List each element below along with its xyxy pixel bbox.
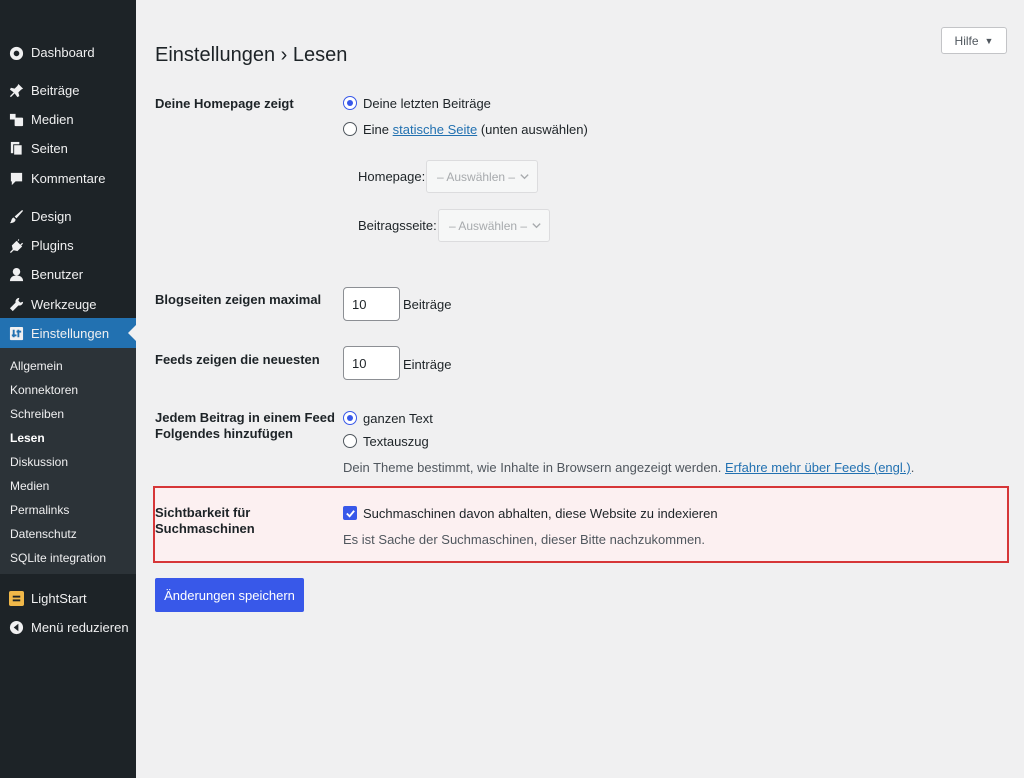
admin-sidebar: Dashboard Beiträge Medien Seiten Komment… <box>0 0 136 778</box>
sidebar-item-seiten[interactable]: Seiten <box>0 134 136 162</box>
feeds-label: Feeds zeigen die neuesten <box>155 352 320 367</box>
feed-items-input[interactable]: 10 <box>343 346 400 380</box>
sidebar-item-label: Plugins <box>31 237 74 253</box>
dashboard-icon <box>8 44 24 60</box>
postspage-select-value: – Auswählen – <box>449 218 528 233</box>
feed-items-unit: Einträge <box>403 357 452 372</box>
radio-full-text[interactable] <box>343 411 357 425</box>
homepage-select-value: – Auswählen – <box>437 169 516 184</box>
feed-content-hint: Dein Theme bestimmt, wie Inhalte in Brow… <box>343 460 914 475</box>
sidebar-item-medien[interactable]: Medien <box>0 105 136 133</box>
sidebar-item-label: Kommentare <box>31 170 106 186</box>
submenu-item-medien[interactable]: Medien <box>10 479 49 493</box>
save-changes-button[interactable]: Änderungen speichern <box>155 578 304 612</box>
pin-icon <box>8 82 24 98</box>
submenu-item-sqlite[interactable]: SQLite integration <box>10 551 106 565</box>
submenu-item-schreiben[interactable]: Schreiben <box>10 407 64 421</box>
postspage-select[interactable]: – Auswählen – <box>438 209 550 242</box>
sidebar-item-einstellungen[interactable]: Einstellungen <box>0 318 136 348</box>
radio-static-page[interactable] <box>343 122 357 136</box>
static-page-link[interactable]: statische Seite <box>393 122 478 137</box>
posts-per-page-unit: Beiträge <box>403 297 452 312</box>
sidebar-item-benutzer[interactable]: Benutzer <box>0 260 136 288</box>
plug-icon <box>8 237 24 253</box>
pages-icon <box>8 140 24 156</box>
settings-icon <box>8 325 24 341</box>
sidebar-item-plugins[interactable]: Plugins <box>0 231 136 259</box>
sidebar-item-label: LightStart <box>31 590 87 606</box>
feed-content-label: Jedem Beitrag in einem Feed Folgendes hi… <box>155 410 335 441</box>
page-title: Einstellungen › Lesen <box>155 44 348 66</box>
sidebar-item-design[interactable]: Design <box>0 202 136 230</box>
discourage-search-label: Suchmaschinen davon abhalten, diese Webs… <box>363 506 718 521</box>
chevron-down-icon <box>520 174 529 180</box>
sidebar-item-label: Benutzer <box>31 266 84 282</box>
homepage-select-label: Homepage: <box>358 169 426 184</box>
search-visibility-label: Sichtbarkeit für Suchmaschinen <box>155 505 255 536</box>
search-visibility-hint: Es ist Sache der Suchmaschinen, dieser B… <box>343 532 706 547</box>
sidebar-item-label: Einstellungen <box>31 325 110 341</box>
sidebar-item-label: Beiträge <box>31 82 80 98</box>
sidebar-item-dashboard[interactable]: Dashboard <box>0 38 136 66</box>
collapse-menu-button[interactable]: Menü reduzieren <box>0 613 136 641</box>
feeds-learn-more-link[interactable]: Erfahre mehr über Feeds (engl.) <box>725 460 911 475</box>
feed-hint-end: . <box>910 460 915 475</box>
sidebar-item-label: Dashboard <box>31 44 95 60</box>
checkmark-icon <box>345 509 355 518</box>
homepage-label: Deine Homepage zeigt <box>155 96 294 111</box>
sidebar-item-label: Design <box>31 208 72 224</box>
static-prefix: Eine <box>363 122 390 137</box>
caret-down-icon: ▼ <box>984 35 994 46</box>
blog-pages-label: Blogseiten zeigen maximal <box>155 292 322 307</box>
comment-icon <box>8 170 24 186</box>
sidebar-item-label: Werkzeuge <box>31 296 97 312</box>
radio-static-page-label: Eine statische Seite (unten auswählen) <box>363 122 588 137</box>
media-icon <box>8 111 24 127</box>
sidebar-item-label: Medien <box>31 111 74 127</box>
help-label: Hilfe <box>954 33 979 48</box>
feed-hint-text: Dein Theme bestimmt, wie Inhalte in Brow… <box>343 460 722 475</box>
posts-per-page-input[interactable]: 10 <box>343 287 400 321</box>
sidebar-item-label: Seiten <box>31 140 68 156</box>
radio-full-text-label: ganzen Text <box>363 411 433 426</box>
settings-submenu: Allgemein Konnektoren Schreiben Lesen Di… <box>0 348 136 574</box>
homepage-select[interactable]: – Auswählen – <box>426 160 538 193</box>
radio-latest-posts-label: Deine letzten Beiträge <box>363 96 491 111</box>
radio-excerpt-label: Textauszug <box>363 434 429 449</box>
user-icon <box>8 266 24 282</box>
submenu-item-konnektoren[interactable]: Konnektoren <box>10 383 78 397</box>
main-content: Hilfe ▼ Einstellungen › Lesen Deine Home… <box>136 0 1024 778</box>
submenu-item-lesen[interactable]: Lesen <box>10 431 45 445</box>
collapse-icon <box>8 619 24 635</box>
sidebar-item-lightstart[interactable]: LightStart <box>0 584 136 612</box>
submenu-item-permalinks[interactable]: Permalinks <box>10 503 69 517</box>
submenu-item-allgemein[interactable]: Allgemein <box>10 359 63 373</box>
static-suffix: (unten auswählen) <box>480 122 588 137</box>
help-button[interactable]: Hilfe ▼ <box>941 27 1007 54</box>
sidebar-item-beitraege[interactable]: Beiträge <box>0 76 136 104</box>
sidebar-item-label: Menü reduzieren <box>31 619 129 635</box>
wrench-icon <box>8 296 24 312</box>
lightstart-icon <box>8 590 24 606</box>
submenu-item-diskussion[interactable]: Diskussion <box>10 455 68 469</box>
sidebar-item-kommentare[interactable]: Kommentare <box>0 164 136 192</box>
submenu-item-datenschutz[interactable]: Datenschutz <box>10 527 77 541</box>
sidebar-item-werkzeuge[interactable]: Werkzeuge <box>0 290 136 318</box>
chevron-down-icon <box>532 223 541 229</box>
radio-excerpt[interactable] <box>343 434 357 448</box>
radio-latest-posts[interactable] <box>343 96 357 110</box>
discourage-search-checkbox[interactable] <box>343 506 357 520</box>
brush-icon <box>8 208 24 224</box>
postspage-select-label: Beitragsseite: <box>358 218 437 233</box>
